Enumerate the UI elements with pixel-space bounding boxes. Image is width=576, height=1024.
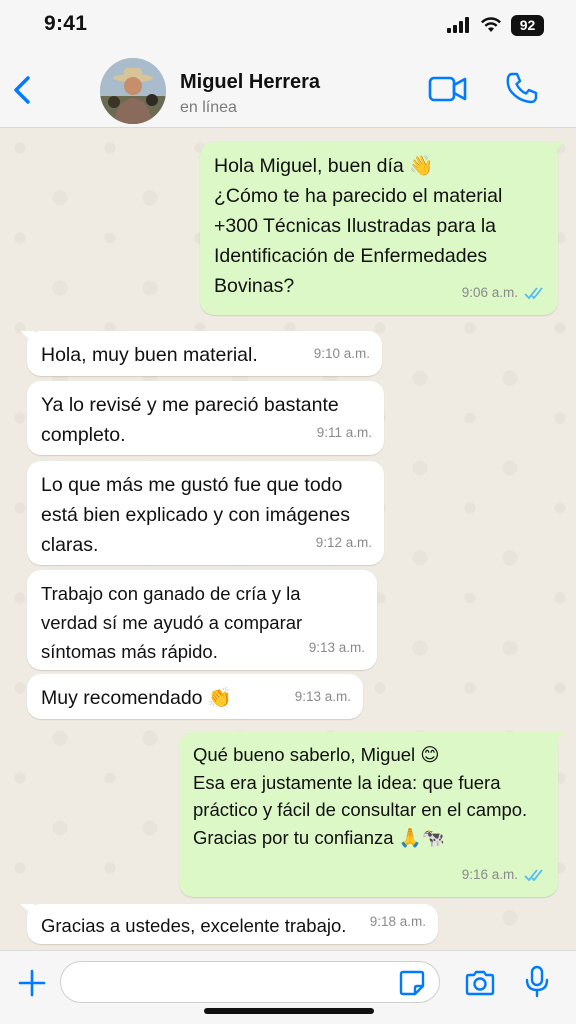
status-bar: 9:41 92 (0, 0, 576, 52)
status-time: 9:41 (44, 12, 88, 35)
message-meta: 9:16 a.m. (462, 860, 546, 890)
back-button[interactable] (8, 70, 40, 110)
battery-indicator: 92 (511, 14, 544, 36)
message-text: Qué bueno saberlo, Miguel 😊 Esa era just… (193, 744, 528, 848)
microphone-button[interactable] (524, 965, 550, 999)
message-text: Ya lo revisé y me pareció bastante compl… (41, 394, 339, 446)
bubble-tail (20, 331, 34, 343)
bubble-tail (20, 904, 34, 916)
bubble-tail (551, 142, 565, 154)
message-time: 9:13 a.m. (294, 689, 351, 704)
message-time: 9:10 a.m. (313, 346, 370, 361)
message-time: 9:11 a.m. (316, 425, 372, 440)
microphone-icon (525, 965, 549, 998)
message-text: Gracias a ustedes, excelente trabajo. (41, 915, 347, 936)
status-icons: 92 (447, 14, 544, 36)
voice-call-button[interactable] (504, 70, 540, 106)
video-camera-icon (428, 76, 467, 102)
message-bubble-incoming[interactable]: Hola, muy buen material. 9:10 a.m. (20, 331, 382, 376)
message-text: Trabajo con ganado de cría y la verdad s… (41, 583, 303, 662)
double-check-icon (524, 287, 543, 300)
chevron-left-icon (14, 76, 30, 104)
message-input[interactable] (60, 961, 440, 1003)
signal-icon (447, 17, 469, 33)
message-meta: 9:12 a.m. (316, 528, 372, 558)
message-bubble-incoming[interactable]: Gracias a ustedes, excelente trabajo. 9:… (20, 904, 438, 944)
message-meta: 9:13 a.m. (309, 633, 365, 663)
message-bubble-outgoing[interactable]: Qué bueno saberlo, Miguel 😊 Esa era just… (179, 732, 565, 897)
message-bubble-incoming[interactable]: Muy recomendado 👏 9:13 a.m. (27, 674, 363, 719)
message-time: 9:16 a.m. (461, 867, 518, 882)
message-time: 9:18 a.m. (369, 914, 426, 929)
contact-status: en línea (180, 99, 237, 116)
chat-area[interactable]: Hola Miguel, buen día 👋 ¿Cómo te ha pare… (0, 128, 576, 950)
message-meta: 9:10 a.m. (314, 339, 370, 369)
avatar[interactable] (100, 58, 166, 124)
message-meta: 9:13 a.m. (295, 682, 351, 712)
sticker-button[interactable] (398, 969, 426, 997)
contact-name[interactable]: Miguel Herrera (180, 71, 320, 94)
camera-icon (465, 970, 495, 996)
message-meta: 9:18 a.m. (370, 907, 426, 937)
home-indicator (204, 1008, 374, 1014)
sticker-icon (399, 970, 425, 996)
attach-button[interactable] (16, 967, 48, 999)
chat-header: Miguel Herrera en línea (0, 52, 576, 128)
message-time: 9:12 a.m. (315, 535, 372, 550)
bubble-tail (551, 732, 565, 744)
wifi-icon (481, 17, 501, 32)
contact-photo (100, 58, 166, 124)
message-bubble-outgoing[interactable]: Hola Miguel, buen día 👋 ¿Cómo te ha pare… (200, 142, 565, 315)
message-time: 9:13 a.m. (308, 640, 365, 655)
message-bubble-incoming[interactable]: Ya lo revisé y me pareció bastante compl… (27, 381, 384, 455)
double-check-icon (524, 869, 543, 882)
message-bubble-incoming[interactable]: Lo que más me gustó fue que todo está bi… (27, 461, 384, 565)
message-meta: 9:06 a.m. (462, 278, 546, 308)
message-bubble-incoming[interactable]: Trabajo con ganado de cría y la verdad s… (27, 570, 377, 670)
plus-icon (18, 969, 46, 997)
video-call-button[interactable] (428, 72, 468, 106)
message-time: 9:06 a.m. (461, 285, 518, 300)
message-meta: 9:11 a.m. (317, 418, 372, 448)
camera-button[interactable] (464, 967, 496, 999)
phone-icon (506, 72, 538, 104)
